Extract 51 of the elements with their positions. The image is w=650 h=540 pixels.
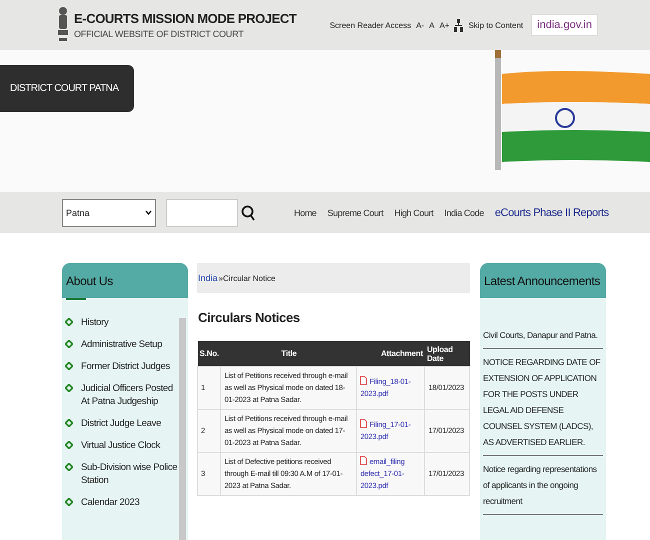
nav-link[interactable]: High Court bbox=[394, 208, 434, 218]
diamond-bullet-icon bbox=[65, 441, 73, 449]
diamond-bullet-icon bbox=[65, 498, 73, 506]
announcements-title: Latest Announcements bbox=[480, 263, 606, 298]
emblem-icon bbox=[56, 6, 70, 44]
nav-link[interactable]: Home bbox=[294, 208, 316, 218]
sidebar-item[interactable]: History bbox=[81, 316, 108, 329]
header-link[interactable]: Skip to Content bbox=[468, 20, 524, 30]
dropdown-caret-icon bbox=[145, 210, 152, 215]
sidebar-title: About Us bbox=[62, 263, 188, 298]
sidebar-item[interactable]: Judicial Officers Posted At Patna Judgeship bbox=[81, 382, 179, 408]
announcement-item[interactable]: Civil Courts, Danapur and Patna. bbox=[483, 322, 603, 349]
court-name-banner: DISTRICT COURT PATNA bbox=[0, 65, 134, 112]
sidebar-item[interactable]: Former District Judges bbox=[81, 360, 170, 373]
scrollbar[interactable] bbox=[179, 318, 186, 540]
header-link[interactable]: Screen Reader Access bbox=[330, 20, 412, 30]
diamond-bullet-icon bbox=[65, 419, 73, 427]
pdf-file-icon bbox=[360, 376, 368, 385]
page-title: Circulars Notices bbox=[198, 310, 301, 325]
breadcrumb-current: »Circular Notice bbox=[218, 274, 276, 282]
diamond-bullet-icon bbox=[65, 384, 73, 392]
header-link[interactable]: A bbox=[429, 20, 434, 30]
diamond-bullet-icon bbox=[65, 318, 73, 326]
column-header: Title bbox=[220, 341, 357, 366]
nav-link[interactable]: India Code bbox=[444, 208, 484, 218]
sidebar-item[interactable]: Administrative Setup bbox=[81, 338, 162, 351]
district-select[interactable]: Patna bbox=[62, 198, 156, 226]
nav-link[interactable]: eCourts Phase II Reports bbox=[494, 206, 609, 218]
pdf-file-icon bbox=[360, 419, 368, 428]
site-title: E-COURTS MISSION MODE PROJECT bbox=[74, 11, 296, 26]
site-subtitle: OFFICIAL WEBSITE OF DISTRICT COURT bbox=[74, 29, 245, 39]
sidebar-item[interactable]: District Judge Leave bbox=[81, 417, 162, 430]
diamond-bullet-icon bbox=[65, 340, 73, 348]
sidebar-item[interactable]: Sub-Division wise Police Station bbox=[81, 461, 179, 487]
sidebar-item[interactable]: Virtual Justice Clock bbox=[81, 439, 160, 452]
breadcrumb-link[interactable]: India bbox=[198, 273, 218, 283]
column-header: S.No. bbox=[198, 341, 221, 366]
pdf-file-icon bbox=[360, 456, 368, 465]
search-field[interactable] bbox=[166, 198, 238, 226]
diamond-bullet-icon bbox=[65, 463, 73, 471]
portal-logo[interactable]: india.gov.in bbox=[531, 14, 598, 36]
announcement-item[interactable]: Notice regarding representations of applicants in the ongoing recruitment bbox=[483, 456, 603, 515]
header-link[interactable]: A- bbox=[416, 20, 424, 30]
announcement-item[interactable]: NOTICE REGARDING DATE OF EXTENSION OF APPLICATION FOR THE POSTS UNDER LEGAL AID DEFENSE COUNSEL SYSTEM (LADCS), AS ADVERTISED EARLIER. bbox=[483, 349, 603, 456]
diamond-bullet-icon bbox=[65, 362, 73, 370]
column-header: Upload Date bbox=[424, 341, 470, 366]
nav-link[interactable]: Supreme Court bbox=[327, 208, 384, 218]
sitemap-icon[interactable] bbox=[454, 18, 464, 32]
sidebar-item[interactable]: Calendar 2023 bbox=[81, 496, 140, 509]
header-link[interactable]: A+ bbox=[439, 20, 450, 30]
column-header: Attachment bbox=[356, 341, 425, 366]
